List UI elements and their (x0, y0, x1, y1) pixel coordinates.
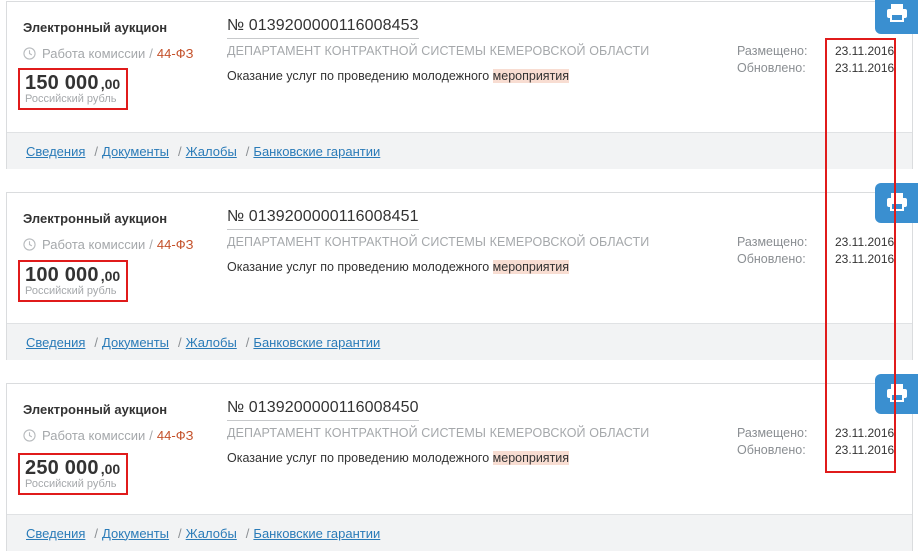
placed-label: Размещено: (737, 235, 808, 249)
tender-card: Электронный аукцион Работа комиссии / 44… (6, 192, 913, 360)
complaints-link[interactable]: Жалобы (186, 335, 237, 350)
link-separator: / (245, 525, 250, 541)
printer-icon (887, 4, 907, 22)
placed-label: Размещено: (737, 426, 808, 440)
tender-description: Оказание услуг по проведению молодежного… (227, 451, 570, 465)
clock-icon (23, 47, 36, 60)
customer-organization: ДЕПАРТАМЕНТ КОНТРАКТНОЙ СИСТЕМЫ КЕМЕРОВС… (227, 44, 650, 58)
tender-card-links: Сведения / Документы / Жалобы / Банковск… (7, 132, 912, 169)
link-separator: / (178, 334, 182, 350)
clock-icon (23, 429, 36, 442)
complaints-link[interactable]: Жалобы (186, 526, 237, 541)
documents-link[interactable]: Документы (102, 526, 169, 541)
link-separator: / (245, 334, 250, 350)
price-currency: Российский рубль (25, 93, 117, 105)
print-button[interactable] (875, 183, 918, 223)
print-button[interactable] (875, 374, 918, 414)
description-text: Оказание услуг по проведению молодежного (227, 260, 493, 274)
tender-card: Электронный аукцион Работа комиссии / 44… (6, 383, 913, 551)
link-separator: / (94, 143, 99, 159)
link-separator: / (245, 143, 250, 159)
tender-number-link[interactable]: № 0139200000116008453 (227, 17, 419, 39)
law-label: 44-ФЗ (156, 428, 194, 443)
updated-date: 23.11.2016 (835, 443, 895, 457)
procurement-type: Электронный аукцион (23, 20, 168, 35)
updated-label: Обновлено: (737, 61, 806, 75)
details-link[interactable]: Сведения (26, 526, 85, 541)
link-separator: / (94, 334, 99, 350)
placed-label: Размещено: (737, 44, 808, 58)
stage-label: Работа комиссии (42, 46, 146, 61)
updated-date: 23.11.2016 (835, 252, 895, 266)
law-label: 44-ФЗ (156, 237, 194, 252)
stage-separator: / (149, 428, 153, 443)
price-decimals: ,00 (100, 461, 121, 477)
placed-date: 23.11.2016 (835, 426, 895, 440)
stage-separator: / (149, 237, 153, 252)
print-button[interactable] (875, 0, 918, 34)
clock-icon (23, 238, 36, 251)
price-block: 150 000,00 Российский рубль (18, 68, 129, 110)
description-highlight: мероприятия (492, 260, 570, 274)
customer-organization: ДЕПАРТАМЕНТ КОНТРАКТНОЙ СИСТЕМЫ КЕМЕРОВС… (227, 235, 650, 249)
price-decimals: ,00 (100, 76, 121, 92)
description-text: Оказание услуг по проведению молодежного (227, 451, 493, 465)
details-link[interactable]: Сведения (26, 335, 85, 350)
placed-date: 23.11.2016 (835, 235, 895, 249)
guarantees-link[interactable]: Банковские гарантии (253, 526, 380, 541)
updated-date: 23.11.2016 (835, 61, 895, 75)
price-amount: 100 000 (25, 264, 99, 286)
tender-card-links: Сведения / Документы / Жалобы / Банковск… (7, 323, 912, 360)
tender-card-body: Электронный аукцион Работа комиссии / 44… (7, 384, 912, 514)
price-decimals: ,00 (100, 268, 121, 284)
description-highlight: мероприятия (492, 69, 570, 83)
customer-organization: ДЕПАРТАМЕНТ КОНТРАКТНОЙ СИСТЕМЫ КЕМЕРОВС… (227, 426, 650, 440)
guarantees-link[interactable]: Банковские гарантии (253, 144, 380, 159)
procurement-type: Электронный аукцион (23, 402, 168, 417)
tender-number-link[interactable]: № 0139200000116008450 (227, 399, 419, 421)
tender-card-links: Сведения / Документы / Жалобы / Банковск… (7, 514, 912, 551)
price-amount: 250 000 (25, 457, 99, 479)
price-block: 250 000,00 Российский рубль (18, 453, 129, 495)
price-amount: 150 000 (25, 72, 99, 94)
tender-card-body: Электронный аукцион Работа комиссии / 44… (7, 2, 912, 132)
updated-label: Обновлено: (737, 443, 806, 457)
procurement-stage: Работа комиссии / 44-ФЗ (23, 237, 193, 252)
printer-icon (887, 193, 907, 211)
tender-number-link[interactable]: № 0139200000116008451 (227, 208, 419, 230)
procurement-stage: Работа комиссии / 44-ФЗ (23, 428, 193, 443)
placed-date: 23.11.2016 (835, 44, 895, 58)
guarantees-link[interactable]: Банковские гарантии (253, 335, 380, 350)
tender-card: Электронный аукцион Работа комиссии / 44… (6, 1, 913, 169)
procurement-stage: Работа комиссии / 44-ФЗ (23, 46, 193, 61)
documents-link[interactable]: Документы (102, 335, 169, 350)
printer-icon (887, 384, 907, 402)
price-currency: Российский рубль (25, 285, 117, 297)
price-currency: Российский рубль (25, 478, 117, 490)
tender-card-body: Электронный аукцион Работа комиссии / 44… (7, 193, 912, 323)
stage-separator: / (149, 46, 153, 61)
tender-description: Оказание услуг по проведению молодежного… (227, 260, 570, 274)
link-separator: / (178, 143, 182, 159)
details-link[interactable]: Сведения (26, 144, 85, 159)
link-separator: / (178, 525, 182, 541)
procurement-type: Электронный аукцион (23, 211, 168, 226)
description-text: Оказание услуг по проведению молодежного (227, 69, 493, 83)
stage-label: Работа комиссии (42, 237, 146, 252)
price-block: 100 000,00 Российский рубль (18, 260, 129, 302)
stage-label: Работа комиссии (42, 428, 146, 443)
description-highlight: мероприятия (492, 451, 570, 465)
updated-label: Обновлено: (737, 252, 806, 266)
tender-description: Оказание услуг по проведению молодежного… (227, 69, 570, 83)
documents-link[interactable]: Документы (102, 144, 169, 159)
link-separator: / (94, 525, 99, 541)
complaints-link[interactable]: Жалобы (186, 144, 237, 159)
law-label: 44-ФЗ (156, 46, 194, 61)
